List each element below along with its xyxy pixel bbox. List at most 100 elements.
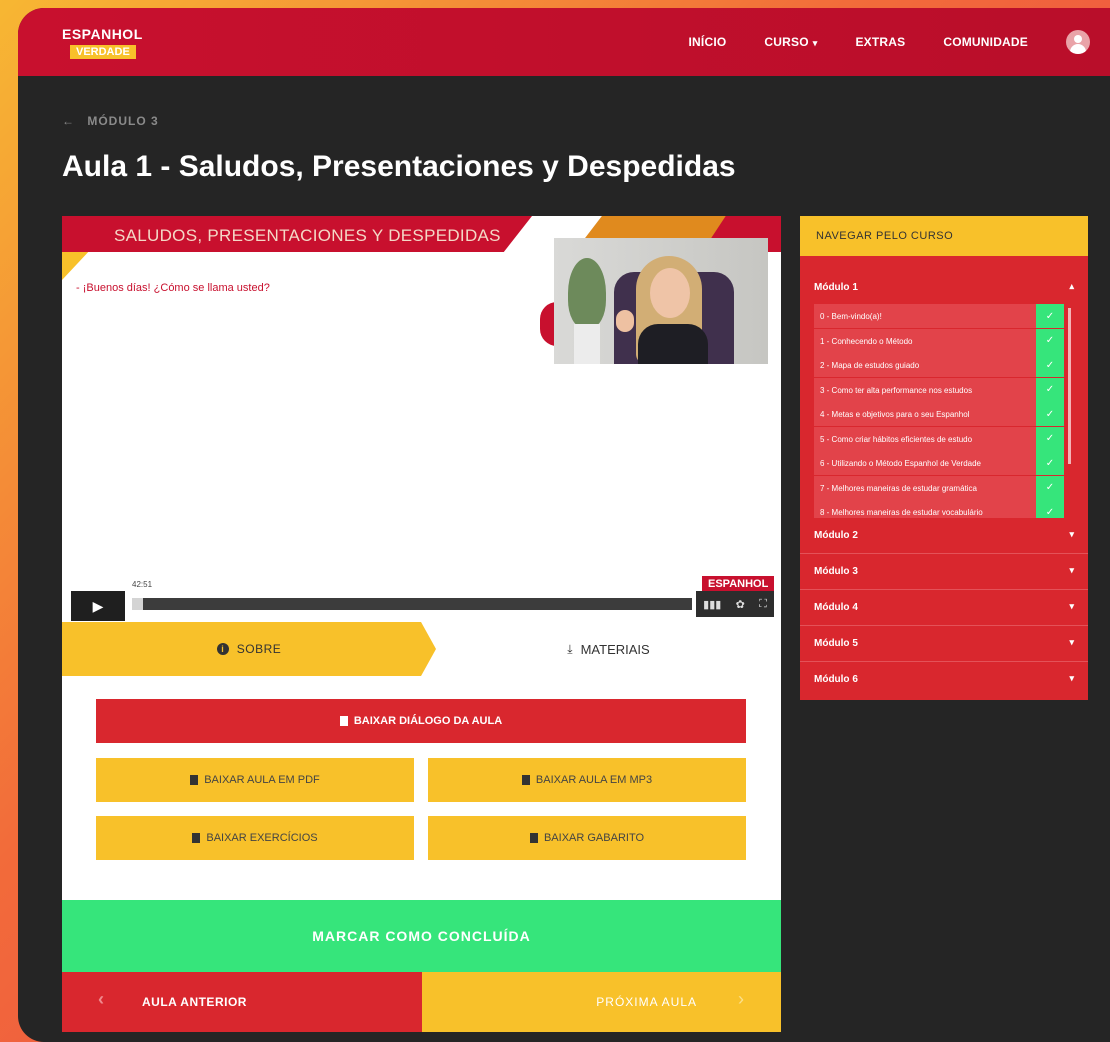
download-answer-key-label: BAIXAR GABARITO — [543, 832, 645, 844]
module-label: Módulo 2 — [814, 530, 858, 541]
download-exercises-label: BAIXAR EXERCÍCIOS — [206, 832, 318, 844]
chevron-down-icon: ▾ — [1069, 529, 1074, 539]
sidebar-lesson-item[interactable]: 4 - Metas e objetivos para o seu Espanho… — [814, 402, 1064, 426]
back-label: MÓDULO 3 — [87, 114, 159, 128]
sidebar-lesson-item[interactable]: 6 - Utilizando o Método Espanhol de Verd… — [814, 451, 1064, 475]
module-label: Módulo 5 — [814, 638, 858, 649]
module-label: Módulo 6 — [814, 674, 858, 685]
checkmark-icon[interactable]: ✓ — [1036, 426, 1064, 451]
sidebar-module-2[interactable]: Módulo 2 ▾ — [800, 518, 1088, 554]
chevron-down-icon: ▾ — [1069, 637, 1074, 647]
module-label: Módulo 1 — [814, 282, 858, 293]
sidebar-lesson-item[interactable]: 7 - Melhores maneiras de estudar gramáti… — [814, 475, 1064, 500]
gear-icon[interactable]: ✿ — [736, 598, 745, 611]
video-progress-bar[interactable] — [132, 598, 692, 610]
lesson-label: 1 - Conhecendo o Método — [820, 336, 913, 346]
document-icon — [192, 833, 201, 843]
app-window: ESPANHOL VERDADE INÍCIO CURSO ▾ EXTRAS CO… — [18, 8, 1110, 1042]
download-mp3-button[interactable]: BAIXAR AULA EM MP3 — [428, 758, 746, 802]
chevron-left-icon: ‹ — [98, 989, 105, 1009]
checkmark-icon[interactable]: ✓ — [1036, 377, 1064, 402]
play-button[interactable]: ▶ — [71, 591, 125, 621]
lesson-label: 4 - Metas e objetivos para o seu Espanho… — [820, 410, 970, 419]
nav-curso-label: CURSO — [764, 35, 809, 49]
checkmark-icon[interactable]: ✓ — [1036, 451, 1064, 475]
sidebar-lesson-item[interactable]: 1 - Conhecendo o Método ✓ — [814, 328, 1064, 353]
tab-materiais[interactable]: ⤓ MATERIAIS — [436, 622, 781, 676]
cam-person-hand — [616, 310, 634, 332]
checkmark-icon[interactable]: ✓ — [1036, 402, 1064, 426]
lesson-list-scrollbar[interactable] — [1068, 308, 1071, 464]
chevron-down-icon: ▾ — [1069, 673, 1074, 683]
sidebar-lesson-item[interactable]: 0 - Bem-vindo(a)! ✓ — [814, 304, 1064, 328]
nav-curso[interactable]: CURSO ▾ — [764, 35, 817, 49]
lesson-label: 7 - Melhores maneiras de estudar gramáti… — [820, 483, 977, 493]
video-player[interactable]: SALUDOS, PRESENTACIONES Y DESPEDIDAS - ¡… — [62, 216, 781, 622]
volume-icon[interactable]: ▮▮▮ — [703, 598, 721, 611]
main-nav: INÍCIO CURSO ▾ EXTRAS COMUNIDADE — [689, 8, 1096, 76]
sidebar-lesson-item[interactable]: 3 - Como ter alta performance nos estudo… — [814, 377, 1064, 402]
chevron-up-icon: ▴ — [1069, 281, 1074, 291]
chevron-right-icon: › — [738, 989, 745, 1009]
document-icon — [339, 716, 348, 726]
checkmark-icon[interactable]: ✓ — [1036, 475, 1064, 500]
download-exercises-button[interactable]: BAIXAR EXERCÍCIOS — [96, 816, 414, 860]
download-dialogue-label: BAIXAR DIÁLOGO DA AULA — [353, 715, 503, 727]
download-dialogue-button[interactable]: BAIXAR DIÁLOGO DA AULA — [96, 699, 746, 743]
logo-line2: VERDADE — [70, 45, 136, 59]
lesson-label: 5 - Como criar hábitos eficientes de est… — [820, 434, 973, 444]
lesson-list: 0 - Bem-vindo(a)! ✓ 1 - Conhecendo o Métod… — [814, 304, 1064, 518]
document-icon — [190, 775, 199, 785]
nav-comunidade[interactable]: COMUNIDADE — [943, 35, 1028, 49]
checkmark-icon[interactable]: ✓ — [1036, 328, 1064, 353]
lesson-label: 8 - Melhores maneiras de estudar vocabul… — [820, 508, 983, 517]
checkmark-icon[interactable]: ✓ — [1036, 353, 1064, 377]
nav-extras[interactable]: EXTRAS — [855, 35, 905, 49]
fullscreen-icon[interactable]: ⛶ — [759, 598, 767, 611]
sidebar-lesson-item[interactable]: 8 - Melhores maneiras de estudar vocabul… — [814, 500, 1064, 518]
download-pdf-label: BAIXAR AULA EM PDF — [204, 774, 320, 786]
previous-lesson-button[interactable]: ‹ AULA ANTERIOR — [62, 972, 422, 1032]
video-time: 42:51 — [130, 580, 155, 589]
info-icon: i — [216, 643, 229, 655]
lesson-label: 3 - Como ter alta performance nos estudo… — [820, 385, 973, 395]
back-to-module-link[interactable]: ← MÓDULO 3 — [62, 114, 159, 128]
sidebar-module-5[interactable]: Módulo 5 ▾ — [800, 626, 1088, 662]
document-icon — [529, 833, 538, 843]
mark-complete-button[interactable]: MARCAR COMO CONCLUÍDA — [62, 900, 781, 972]
slide-text: - ¡Buenos días! ¿Cómo se llama usted? — [76, 282, 270, 294]
top-navbar: ESPANHOL VERDADE INÍCIO CURSO ▾ EXTRAS CO… — [18, 8, 1110, 76]
module-label: Módulo 3 — [814, 566, 858, 577]
cam-pot — [574, 324, 600, 364]
checkmark-icon[interactable]: ✓ — [1036, 500, 1064, 518]
document-icon — [521, 775, 530, 785]
module-label: Módulo 4 — [814, 602, 858, 613]
sidebar-lesson-item[interactable]: 5 - Como criar hábitos eficientes de est… — [814, 426, 1064, 451]
video-right-controls: ▮▮▮ ✿ ⛶ — [696, 591, 774, 617]
download-icon: ⤓ — [567, 641, 573, 656]
tab-sobre[interactable]: i SOBRE — [62, 622, 436, 676]
page-title: Aula 1 - Saludos, Presentaciones y Despe… — [62, 150, 736, 183]
tab-materiais-label: MATERIAIS — [580, 641, 650, 657]
webcam-overlay — [554, 238, 768, 364]
video-controls: ▶ 42:51 ▮▮▮ ✿ ⛶ — [62, 580, 781, 622]
download-answer-key-button[interactable]: BAIXAR GABARITO — [428, 816, 746, 860]
user-avatar-icon[interactable] — [1066, 30, 1090, 54]
video-progress-fill — [132, 598, 144, 610]
sidebar-module-3[interactable]: Módulo 3 ▾ — [800, 554, 1088, 590]
chevron-down-icon: ▾ — [812, 38, 818, 48]
nav-inicio[interactable]: INÍCIO — [689, 35, 727, 49]
tab-sobre-label: SOBRE — [236, 642, 282, 656]
next-lesson-button[interactable]: PRÓXIMA AULA › — [422, 972, 781, 1032]
sidebar-module-6[interactable]: Módulo 6 ▾ — [800, 662, 1088, 698]
sidebar-module-4[interactable]: Módulo 4 ▾ — [800, 590, 1088, 626]
cam-person-face — [650, 268, 690, 318]
download-pdf-button[interactable]: BAIXAR AULA EM PDF — [96, 758, 414, 802]
sidebar-module-1[interactable]: Módulo 1 ▴ — [800, 270, 1088, 306]
next-lesson-label: PRÓXIMA AULA — [596, 995, 697, 1009]
lesson-label: 0 - Bem-vindo(a)! — [820, 312, 882, 321]
checkmark-icon[interactable]: ✓ — [1036, 304, 1064, 328]
brand-logo[interactable]: ESPANHOL VERDADE — [62, 26, 143, 60]
chevron-down-icon: ▾ — [1069, 601, 1074, 611]
sidebar-lesson-item[interactable]: 2 - Mapa de estudos guiado ✓ — [814, 353, 1064, 377]
